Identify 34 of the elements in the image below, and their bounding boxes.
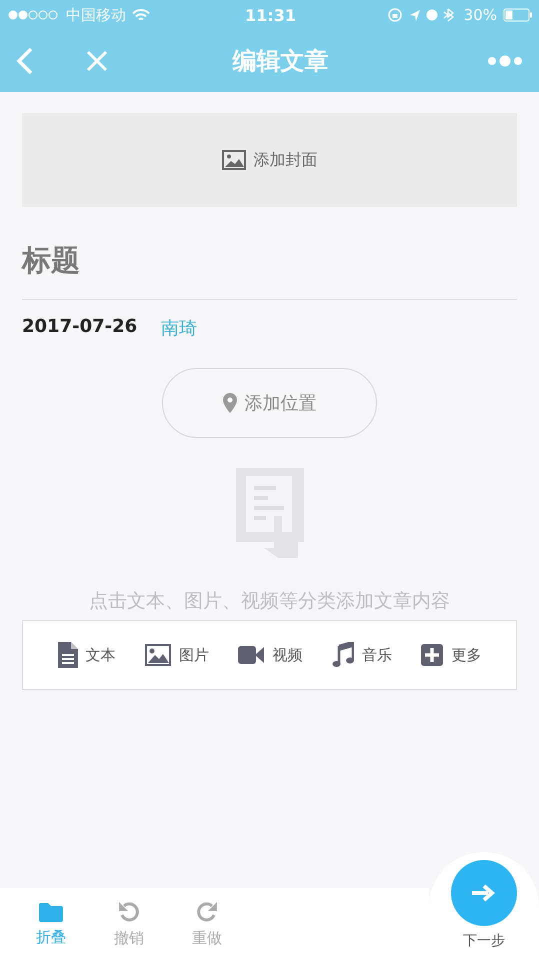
date-text: 2017-07-26: [22, 316, 138, 339]
signal-icon: [8, 10, 60, 20]
more-insert-button[interactable]: 更多: [421, 644, 482, 666]
video-insert-button[interactable]: 视频: [238, 645, 302, 665]
video-camera-icon: [238, 645, 264, 665]
wifi-icon: [132, 8, 150, 22]
clock-text: 11:31: [245, 6, 296, 24]
music-insert-button[interactable]: 音乐: [332, 642, 392, 668]
image-insert-button[interactable]: 图片: [145, 644, 210, 666]
undo-icon: [118, 900, 140, 922]
image-icon: [145, 644, 172, 666]
battery-icon: [503, 8, 533, 22]
title-field[interactable]: 标题: [22, 241, 517, 300]
next-label: 下一步: [463, 932, 505, 950]
add-cover-button[interactable]: 添加封面: [22, 113, 517, 207]
next-button[interactable]: [451, 860, 517, 926]
arrow-right-icon: [472, 884, 496, 902]
empty-hint-text: 点击文本、图片、视频等分类添加文章内容: [89, 589, 450, 614]
image-icon: [222, 150, 246, 170]
document-icon: [58, 642, 78, 668]
fold-button[interactable]: 折叠: [12, 902, 90, 946]
more-icon[interactable]: [487, 54, 523, 68]
text-insert-button[interactable]: 文本: [58, 642, 116, 668]
battery-text: 30%: [464, 6, 497, 24]
folder-icon: [39, 902, 63, 922]
close-icon[interactable]: [86, 50, 108, 72]
add-location-button[interactable]: 添加位置: [162, 368, 377, 438]
carrier-text: 中国移动: [66, 6, 126, 24]
back-icon[interactable]: [16, 47, 34, 75]
plus-icon: [421, 644, 444, 666]
music-note-icon: [332, 642, 354, 668]
location-pin-icon: [222, 393, 236, 413]
page-title: 编辑文章: [231, 46, 330, 77]
redo-icon: [196, 900, 218, 922]
